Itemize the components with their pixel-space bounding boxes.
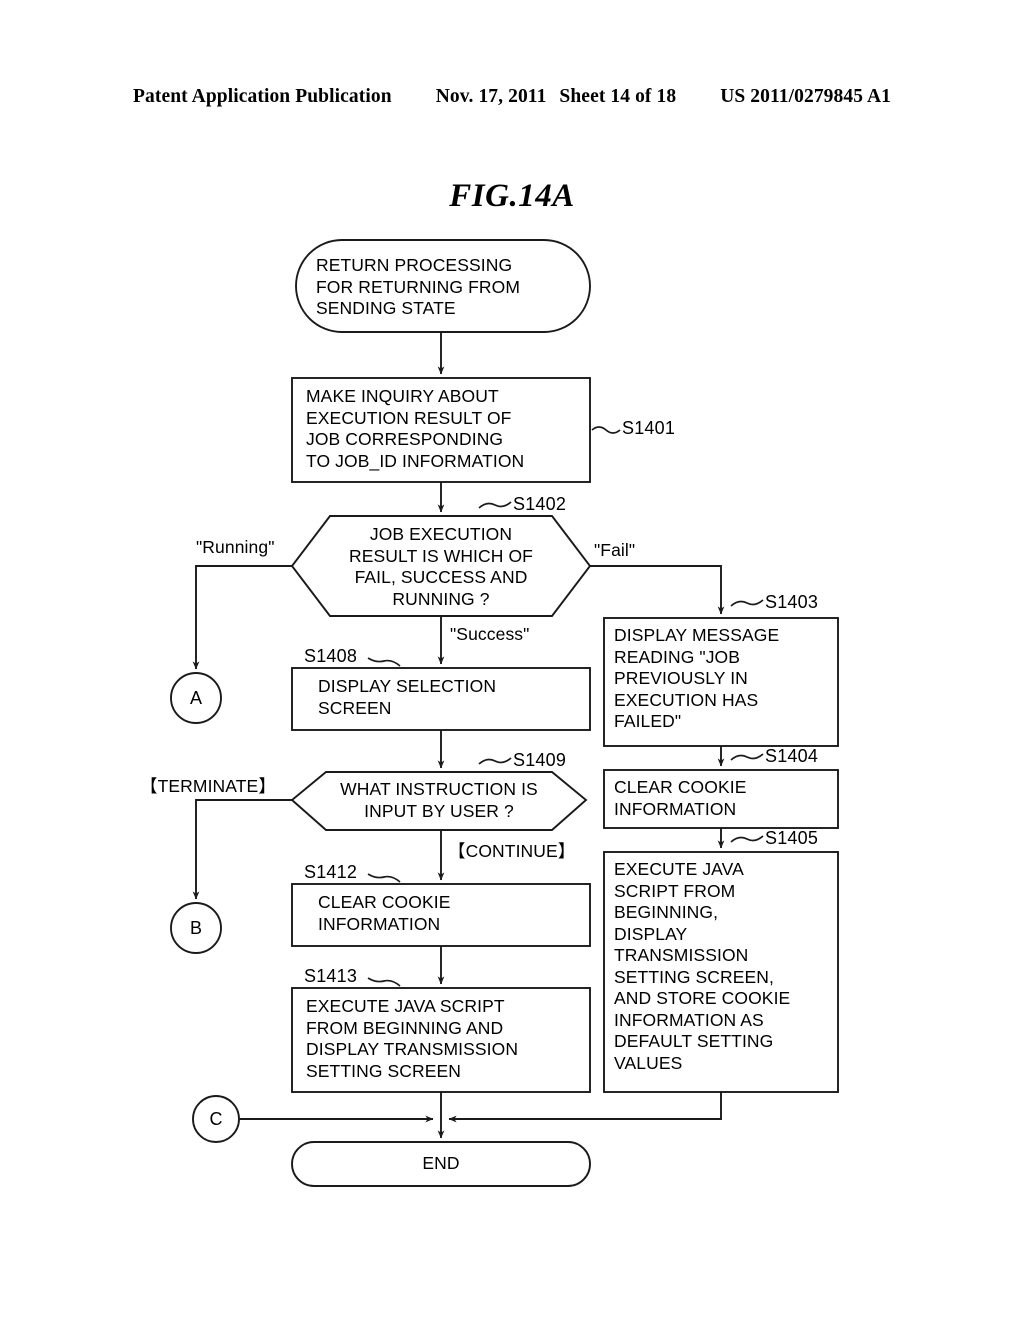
node-start-label: RETURN PROCESSING FOR RETURNING FROM SEN… (316, 255, 521, 318)
step-label-s1401: S1401 (622, 418, 676, 438)
node-s1403-label: DISPLAY MESSAGE READING "JOB PREVIOUSLY … (614, 625, 780, 731)
edge-label-continue: 【CONTINUE】 (448, 841, 576, 861)
node-s1413-label: EXECUTE JAVA SCRIPT FROM BEGINNING AND D… (306, 996, 519, 1081)
leader-s1403 (730, 599, 764, 607)
leader-s1405 (730, 835, 764, 843)
leader-s1408 (367, 657, 401, 667)
node-s1405-label: EXECUTE JAVA SCRIPT FROM BEGINNING, DISP… (614, 859, 791, 1073)
node-s1408-label: DISPLAY SELECTION SCREEN (318, 676, 497, 718)
leader-s1402 (478, 501, 512, 509)
edge-s1409-terminate-to-b (192, 799, 292, 900)
edge-label-running: "Running" (196, 537, 275, 557)
edge-label-terminate: 【TERMINATE】 (140, 776, 276, 796)
connector-a-label: A (189, 688, 202, 708)
connector-c-label: C (209, 1109, 223, 1129)
step-label-s1413: S1413 (304, 966, 358, 986)
leader-s1409 (478, 757, 512, 765)
edge-s1402-fail-to-s1403 (590, 565, 725, 615)
step-label-s1402: S1402 (513, 494, 567, 514)
node-s1404-label: CLEAR COOKIE INFORMATION (614, 777, 747, 819)
node-s1409-label: WHAT INSTRUCTION IS INPUT BY USER ? (340, 779, 538, 821)
step-label-s1412: S1412 (304, 862, 358, 882)
flowchart-diagram (170, 239, 839, 1187)
step-label-s1408: S1408 (304, 646, 358, 666)
node-s1401-label: MAKE INQUIRY ABOUT EXECUTION RESULT OF J… (306, 386, 525, 471)
leader-s1404 (730, 753, 764, 761)
edge-label-fail: "Fail" (594, 540, 636, 560)
leader-s1413 (367, 977, 401, 987)
connector-b-label: B (189, 918, 202, 938)
leader-s1412 (367, 873, 401, 883)
edge-label-success: "Success" (450, 624, 530, 644)
node-s1412-label: CLEAR COOKIE INFORMATION (318, 892, 451, 934)
leader-s1401 (591, 426, 621, 434)
node-s1402-label: JOB EXECUTION RESULT IS WHICH OF FAIL, S… (349, 524, 533, 609)
edge-s1405-to-end (448, 1092, 722, 1123)
step-label-s1405: S1405 (765, 828, 819, 848)
step-label-s1404: S1404 (765, 746, 819, 766)
step-label-s1403: S1403 (765, 592, 819, 612)
edge-s1402-running-to-a (192, 565, 292, 670)
step-label-s1409: S1409 (513, 750, 567, 770)
node-end-label: END (422, 1153, 460, 1173)
